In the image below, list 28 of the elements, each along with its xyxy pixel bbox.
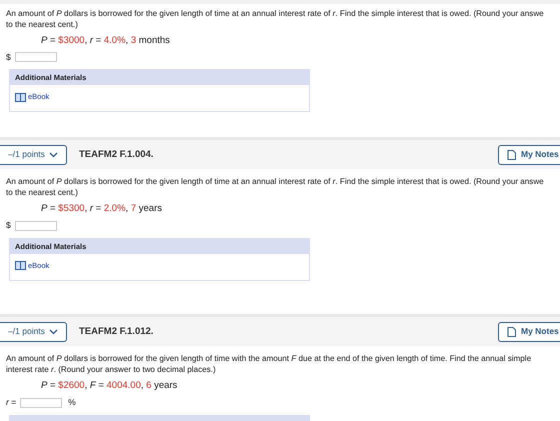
given-values: P = $2600, F = 4004.00, 6 years (41, 380, 178, 392)
points-dropdown[interactable]: –/1 points (0, 144, 67, 165)
answer-field[interactable] (14, 52, 57, 62)
note-icon (507, 326, 516, 337)
answer-field[interactable] (20, 398, 62, 408)
my-notes-button[interactable]: My Notes (498, 322, 560, 342)
question-title: TEAFM2 F.1.012. (79, 324, 154, 339)
note-icon (507, 150, 516, 160)
question-text: interest rate r. (Round your answer to two decimal places.) (6, 364, 216, 376)
answer-prefix: $ (6, 50, 11, 64)
question-text: An amount of P dollars is borrowed for the given length of time with the amount F due at the end of the given length of time. Find the annual simple (6, 353, 532, 364)
question-text: An amount of P dollars is borrowed for the given length of time at an annual interest rate of r. Find the simple interest that is owed. (Round your answe (6, 176, 544, 188)
answer-field[interactable] (14, 220, 57, 231)
question-text: to the nearest cent.) (6, 187, 78, 198)
given-values: P = $5300, r = 2.0%, 7 years (41, 203, 162, 216)
chevron-down-icon (48, 152, 58, 158)
question-title: TEAFM2 F.1.004. (79, 148, 154, 162)
book-icon (15, 261, 26, 270)
question-text: to the nearest cent.) (6, 18, 78, 30)
points-dropdown[interactable]: –/1 points (0, 322, 67, 342)
answer-prefix: $ (6, 219, 11, 232)
book-icon (15, 92, 26, 102)
question-text: An amount of P dollars is borrowed for the given length of time at an annual interest rate of r. Find the simple interest that is owed. (Round your answe (6, 8, 544, 19)
my-notes-button[interactable]: My Notes (498, 144, 560, 165)
chevron-down-icon (48, 328, 58, 335)
given-values: P = $3000, r = 4.0%, 3 months (41, 34, 170, 47)
answer-unit: % (68, 396, 76, 409)
answer-prefix: r = (6, 396, 16, 409)
